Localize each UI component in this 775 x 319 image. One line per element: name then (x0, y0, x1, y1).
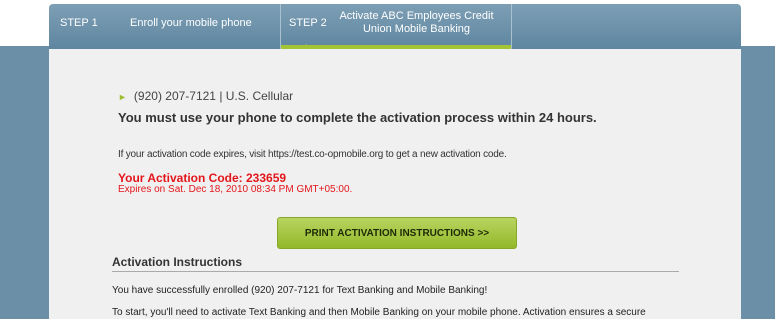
step-2-label: Activate ABC Employees Credit Union Mobi… (339, 10, 494, 35)
divider (112, 271, 679, 272)
instructions-line-1: You have successfully enrolled (920) 207… (112, 285, 488, 296)
must-use-text: You must use your phone to complete the … (118, 110, 597, 125)
expires-note: If your activation code expires, visit h… (118, 149, 507, 160)
content-panel: ► (920) 207-7121 | U.S. Cellular You must… (49, 49, 741, 319)
step-2[interactable]: STEP 2 Activate ABC Employees Credit Uni… (280, 4, 512, 50)
instructions-heading: Activation Instructions (112, 255, 243, 269)
code-expiry: Expires on Sat. Dec 18, 2010 08:34 PM GM… (118, 184, 353, 195)
steps-bar: STEP 1 Enroll your mobile phone STEP 2 A… (49, 4, 741, 50)
activation-code: Your Activation Code: 233659 (118, 171, 287, 185)
phone-text: (920) 207-7121 | U.S. Cellular (133, 89, 294, 103)
step-1-number: STEP 1 (60, 17, 98, 29)
phone-line: ► (920) 207-7121 | U.S. Cellular (118, 89, 293, 103)
print-instructions-button[interactable]: PRINT ACTIVATION INSTRUCTIONS >> (277, 217, 517, 249)
triangle-right-icon: ► (118, 92, 127, 102)
step-2-number: STEP 2 (289, 17, 327, 29)
step-1[interactable]: STEP 1 Enroll your mobile phone (49, 4, 280, 49)
instructions-line-2: To start, you'll need to activate Text B… (112, 307, 646, 318)
step-1-label: Enroll your mobile phone (130, 17, 252, 29)
